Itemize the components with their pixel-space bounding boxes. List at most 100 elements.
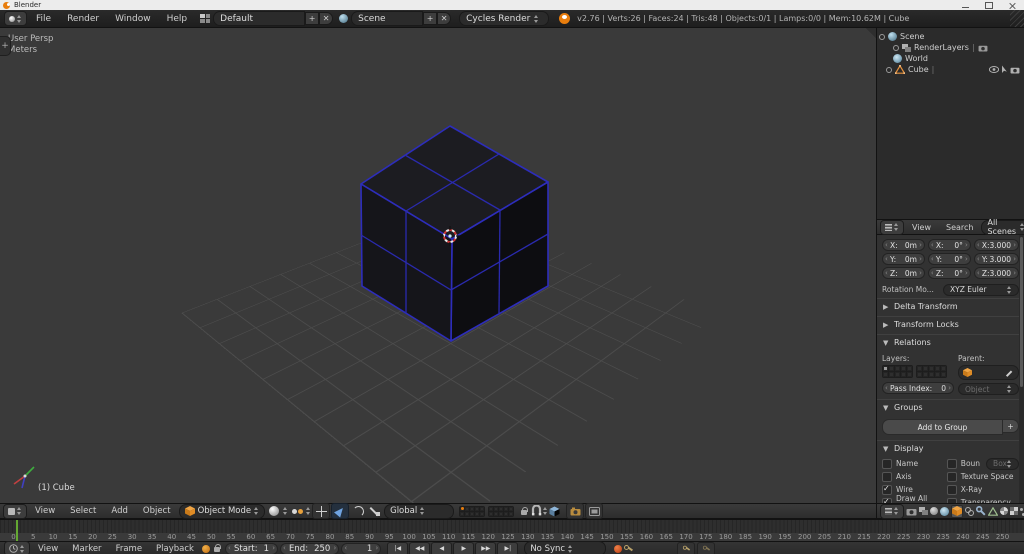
play-reverse-button[interactable]: ◀ xyxy=(431,541,453,554)
layer-toggle[interactable] xyxy=(470,511,475,516)
lock-to-scene-icon[interactable] xyxy=(521,506,529,516)
tab-render[interactable] xyxy=(906,505,917,518)
delete-scene-button[interactable]: ✕ xyxy=(437,12,452,25)
display-transparency-option[interactable]: Transparency xyxy=(946,497,1019,503)
layer-toggle[interactable] xyxy=(901,372,906,377)
rotation-mode-dropdown[interactable]: XYZ Euler xyxy=(943,283,1019,296)
layer-toggle[interactable] xyxy=(460,511,465,516)
location-y-field[interactable]: Y:0m xyxy=(882,253,925,265)
display-texture-space-option[interactable]: Texture Space xyxy=(946,471,1019,482)
toolshelf-expand-tab[interactable]: + xyxy=(0,36,11,56)
outliner-row-scene[interactable]: Scene xyxy=(879,31,1022,42)
display-name-option[interactable]: Name xyxy=(882,458,943,469)
outliner-item-label[interactable]: Cube xyxy=(908,65,929,74)
layer-toggle[interactable] xyxy=(489,506,494,511)
current-frame-marker[interactable] xyxy=(16,520,18,541)
tab-object-data[interactable] xyxy=(988,505,998,518)
interaction-mode-dropdown[interactable]: Object Mode xyxy=(178,503,266,519)
layer-toggle[interactable] xyxy=(504,506,509,511)
outliner-item-label[interactable]: World xyxy=(905,54,928,63)
tab-render-layers[interactable] xyxy=(919,505,928,518)
editor-type-selector[interactable] xyxy=(4,541,30,554)
display-axis-option[interactable]: Axis xyxy=(882,471,943,482)
editor-type-selector[interactable] xyxy=(880,503,904,519)
tab-scene[interactable] xyxy=(930,505,938,518)
menu-view[interactable]: View xyxy=(28,505,62,517)
current-frame-field[interactable]: 1 xyxy=(341,542,382,554)
add-layout-button[interactable]: + xyxy=(305,12,320,25)
layer-toggle[interactable] xyxy=(895,372,900,377)
layer-toggle[interactable] xyxy=(494,506,499,511)
outliner-row-world[interactable]: World xyxy=(879,53,1022,64)
translate-manipulator-button[interactable] xyxy=(331,503,350,519)
screen-layout-icon[interactable] xyxy=(200,14,211,23)
panel-transform-locks[interactable]: ▶ Transform Locks xyxy=(877,316,1024,332)
display-bounds-option[interactable]: Boun Box xyxy=(946,457,1019,470)
menu-frame[interactable]: Frame xyxy=(110,544,148,554)
new-group-button[interactable]: + xyxy=(1003,419,1019,433)
layer-toggle[interactable] xyxy=(475,511,480,516)
manipulator-toggle[interactable] xyxy=(312,503,331,519)
previous-keyframe-button[interactable]: ◀◀ xyxy=(409,541,431,554)
next-keyframe-button[interactable]: ▶▶ xyxy=(475,541,497,554)
tab-modifiers[interactable] xyxy=(976,505,986,518)
location-z-field[interactable]: Z:0m xyxy=(882,267,925,279)
scrollbar[interactable] xyxy=(1019,235,1024,503)
scale-y-field[interactable]: Y:3.000 xyxy=(973,253,1019,265)
layer-toggle[interactable] xyxy=(475,506,480,511)
editor-type-selector[interactable] xyxy=(3,503,27,519)
scale-z-field[interactable]: Z:3.000 xyxy=(973,267,1019,279)
layer-toggle[interactable] xyxy=(509,506,514,511)
add-to-group-button[interactable]: Add to Group xyxy=(882,419,1003,435)
tab-particles[interactable] xyxy=(1020,505,1024,518)
layer-toggle[interactable] xyxy=(941,372,946,377)
transform-orientation-dropdown[interactable]: Global xyxy=(384,503,455,519)
layer-toggle[interactable] xyxy=(504,511,509,516)
layer-toggle[interactable] xyxy=(929,366,934,371)
layer-toggle[interactable] xyxy=(917,366,922,371)
snap-magnet-icon[interactable] xyxy=(531,505,542,517)
render-toggle-camera-icon[interactable] xyxy=(978,44,988,52)
add-scene-button[interactable]: + xyxy=(423,12,438,25)
layer-toggle[interactable] xyxy=(465,511,470,516)
menu-window[interactable]: Window xyxy=(108,13,158,25)
minimize-button[interactable] xyxy=(962,6,969,8)
outliner-item-label[interactable]: Scene xyxy=(900,32,924,41)
sync-mode-dropdown[interactable]: No Sync xyxy=(524,541,607,554)
delete-keyframe-button[interactable] xyxy=(697,541,716,554)
screen-layout-field[interactable]: Default xyxy=(213,11,306,26)
insert-keyframe-button[interactable] xyxy=(677,541,696,554)
record-button[interactable] xyxy=(614,544,623,553)
menu-file[interactable]: File xyxy=(29,13,58,25)
3d-viewport[interactable]: User Persp Meters + (1) Cube xyxy=(0,28,876,503)
renderability-camera-icon[interactable] xyxy=(1010,66,1020,74)
keying-set-icon[interactable] xyxy=(201,544,210,553)
menu-playback[interactable]: Playback xyxy=(150,544,200,554)
layer-toggle[interactable] xyxy=(935,372,940,377)
rotation-y-field[interactable]: Y:0° xyxy=(927,253,971,265)
expand-toggle[interactable] xyxy=(879,33,885,40)
layer-toggle[interactable] xyxy=(499,511,504,516)
end-frame-field[interactable]: End: 250 xyxy=(280,542,340,554)
layer-toggle[interactable] xyxy=(907,372,912,377)
scene-field[interactable]: Scene xyxy=(351,11,424,26)
menu-search[interactable]: Search xyxy=(939,222,980,233)
layer-toggle[interactable] xyxy=(907,366,912,371)
eyedropper-icon[interactable] xyxy=(1006,369,1014,377)
play-button[interactable]: ▶ xyxy=(453,541,475,554)
scale-manipulator-button[interactable] xyxy=(367,504,383,518)
layer-toggle[interactable] xyxy=(499,506,504,511)
expand-toggle[interactable] xyxy=(893,44,899,51)
expand-toggle[interactable] xyxy=(886,66,892,73)
tab-world[interactable] xyxy=(940,505,949,518)
menu-select[interactable]: Select xyxy=(63,505,103,517)
layer-toggle[interactable] xyxy=(509,511,514,516)
layer-toggle[interactable] xyxy=(889,372,894,377)
outliner-row-renderlayers[interactable]: RenderLayers | xyxy=(879,42,1022,53)
location-x-field[interactable]: X:0m xyxy=(882,239,925,251)
tab-texture[interactable] xyxy=(1010,505,1018,518)
layer-toggle[interactable] xyxy=(923,372,928,377)
scale-x-field[interactable]: X:3.000 xyxy=(973,239,1019,251)
maximize-button[interactable] xyxy=(985,1,993,9)
editor-type-selector[interactable] xyxy=(4,11,27,26)
